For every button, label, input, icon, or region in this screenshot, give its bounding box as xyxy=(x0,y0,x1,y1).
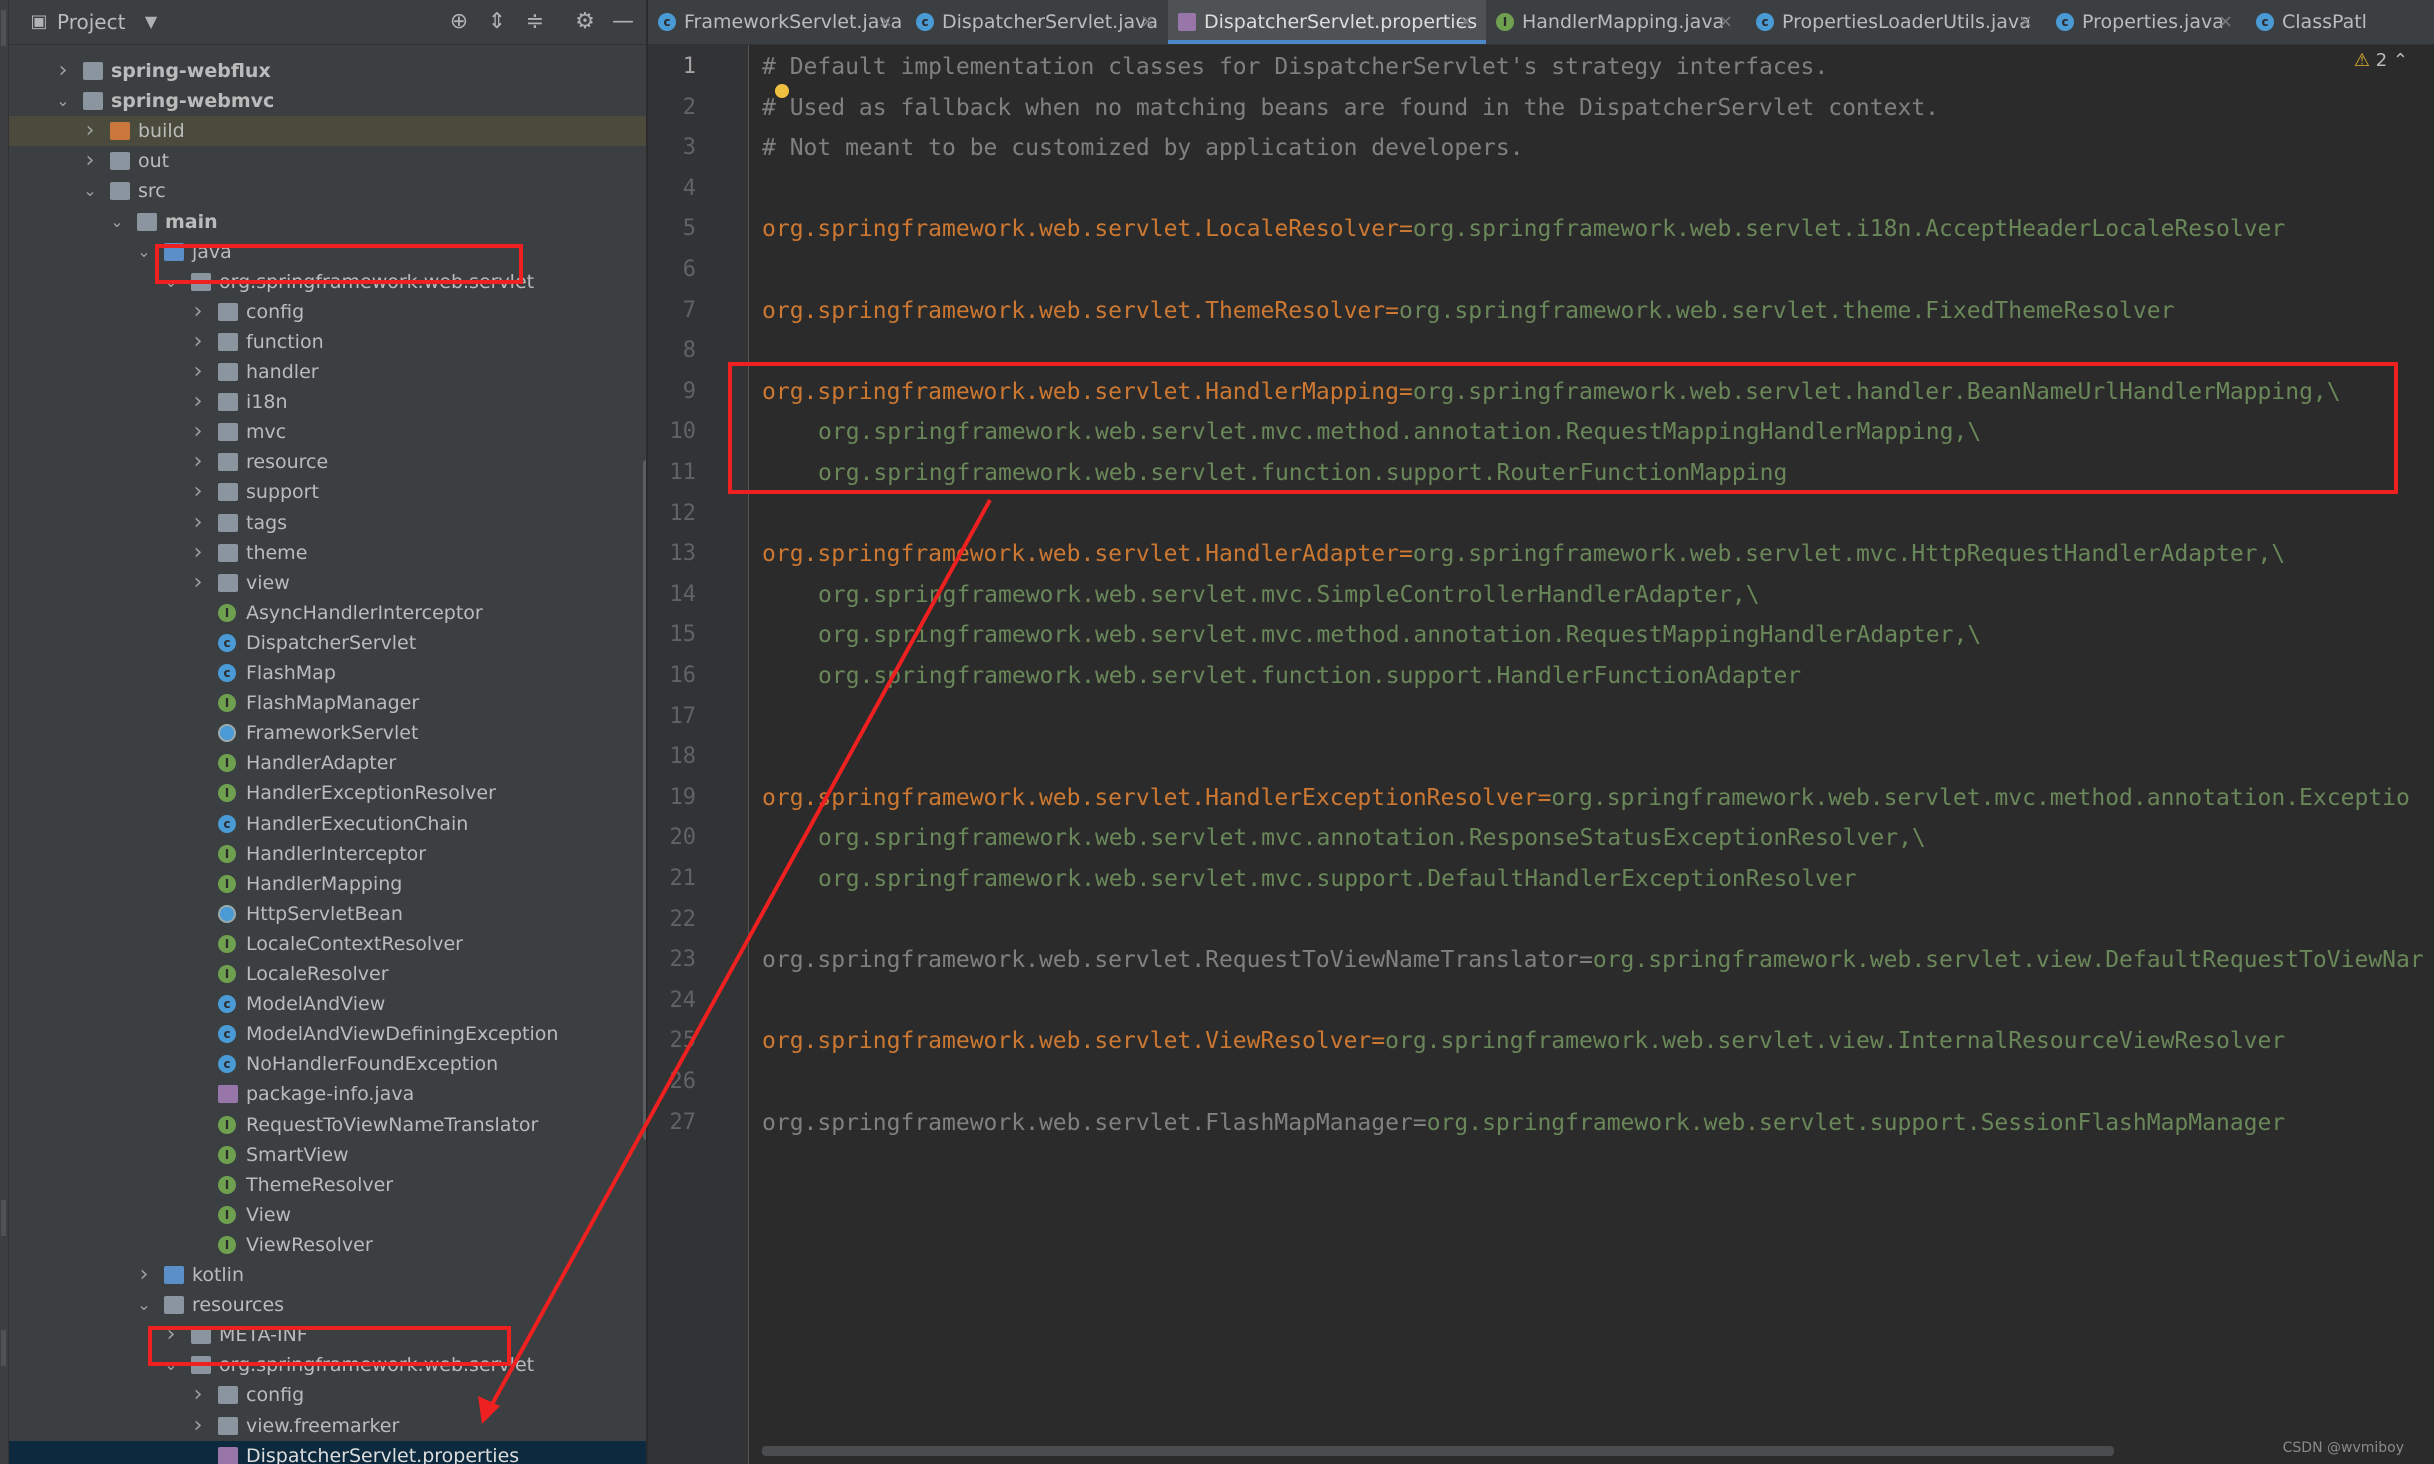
watermark: CSDN @wvmiboy xyxy=(2282,1440,2404,1456)
annotation-arrow xyxy=(478,499,992,1424)
